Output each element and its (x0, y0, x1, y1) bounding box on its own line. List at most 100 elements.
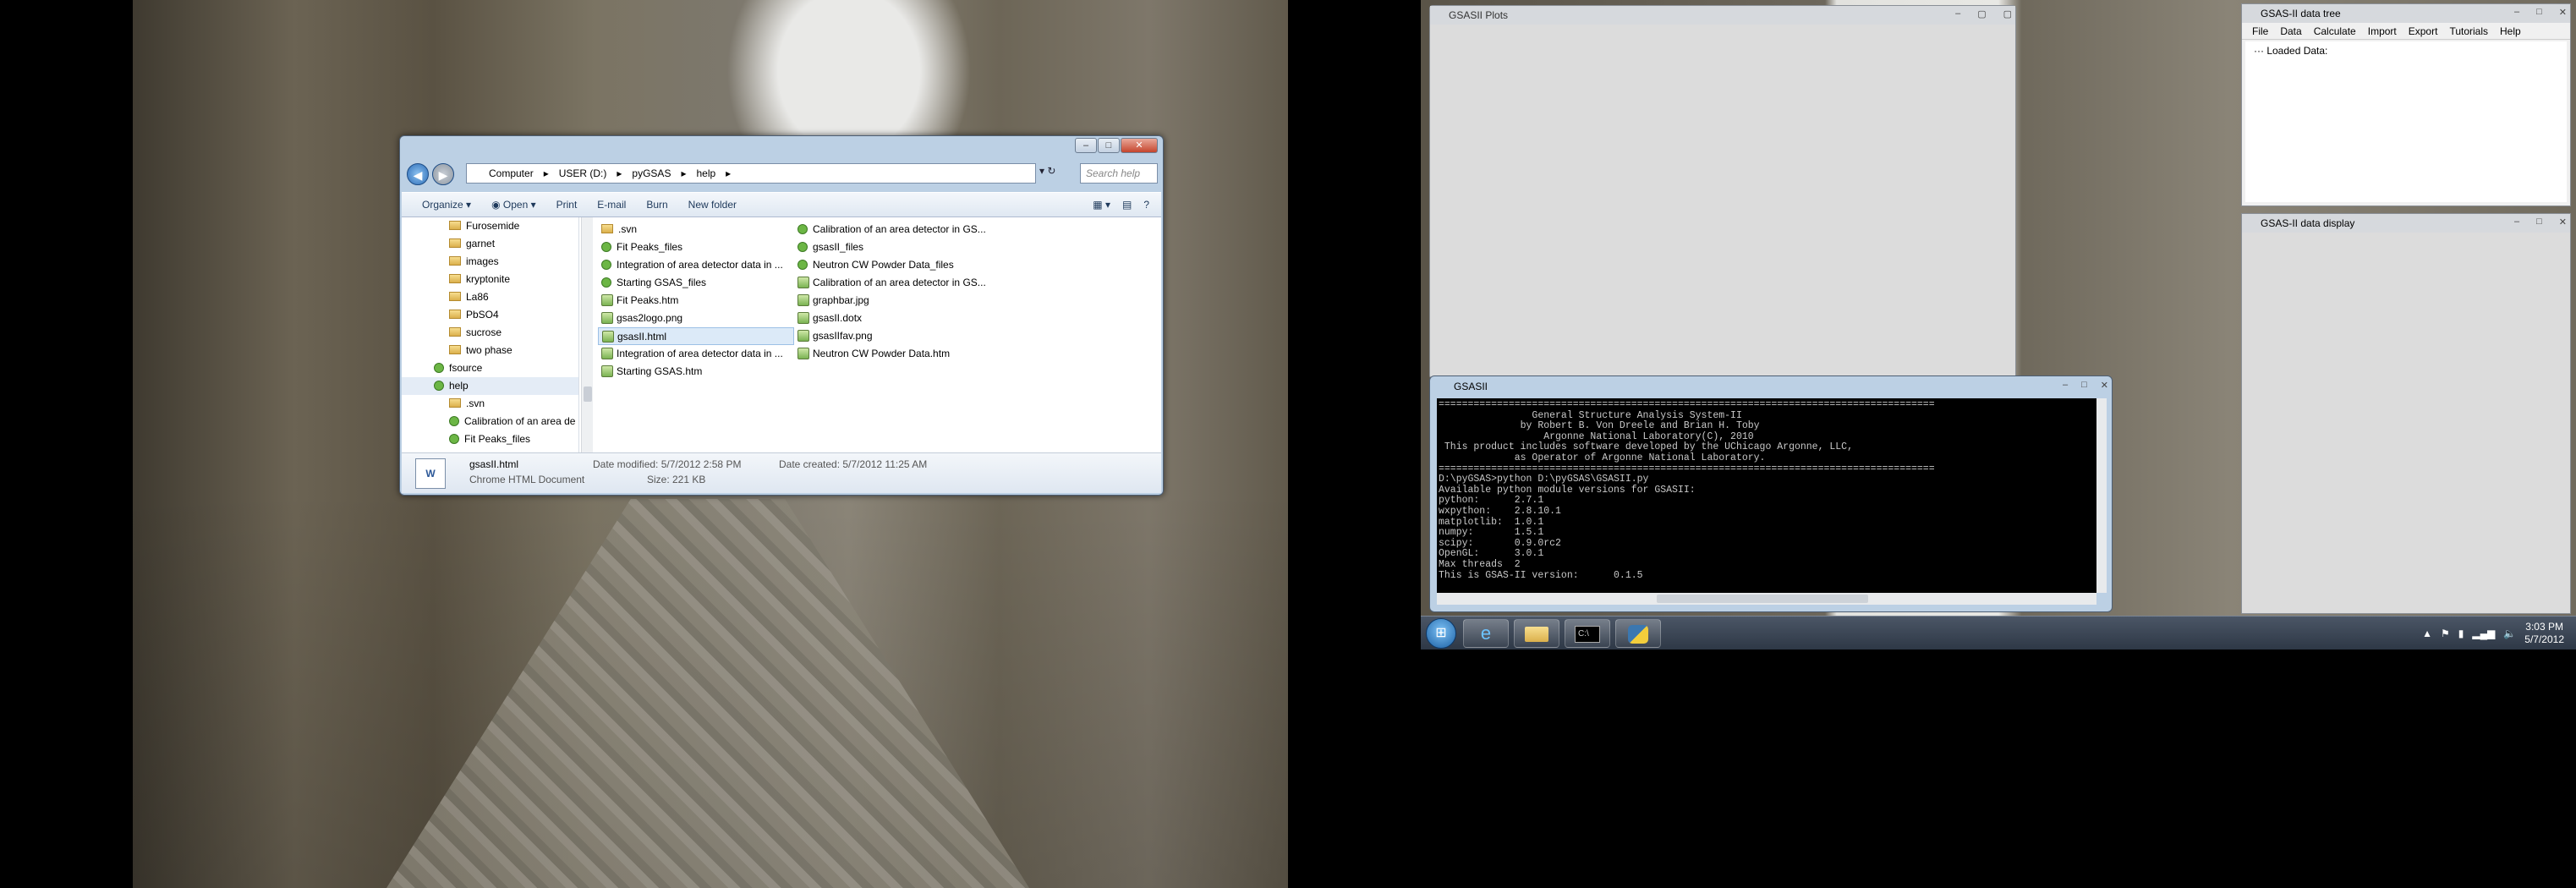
file-item[interactable]: Neutron CW Powder Data_files (794, 256, 990, 274)
file-item[interactable]: Calibration of an area detector in GS... (794, 221, 990, 238)
file-item[interactable]: Starting GSAS_files (598, 274, 794, 292)
tree-item[interactable]: PbSO4 (402, 306, 578, 324)
address-bar[interactable]: Computer ▸ USER (D:) ▸ pyGSAS ▸ help ▸ (466, 163, 1036, 184)
gsas-data-display-window[interactable]: GSAS-II data display – □ ✕ (2241, 213, 2571, 614)
file-item-selected[interactable]: gsasII.html (598, 327, 794, 345)
show-hidden-icons-icon[interactable]: ▲ (2422, 628, 2432, 639)
clock[interactable]: 3:03 PM 5/7/2012 (2524, 621, 2564, 646)
breadcrumb-drive[interactable]: USER (D:) (559, 164, 607, 183)
gsas-plots-window[interactable]: GSASII Plots – ▢ ▢ (1429, 5, 2016, 379)
back-arrow-icon[interactable]: ◀ (407, 163, 429, 185)
file-item[interactable]: Integration of area detector data in ... (598, 256, 794, 274)
tree-root-item[interactable]: ··· Loaded Data: (2254, 45, 2327, 57)
minimize-button[interactable]: – (2514, 217, 2519, 227)
open-button[interactable]: ◉ Open ▾ (483, 196, 545, 213)
close-button[interactable]: ✕ (2559, 7, 2567, 18)
ie-taskbar-button[interactable]: e (1463, 619, 1509, 648)
file-item[interactable]: Fit Peaks_files (598, 238, 794, 256)
network-icon[interactable]: ▂▄▆ (2472, 628, 2495, 639)
data-tree[interactable]: ··· Loaded Data: (2245, 41, 2567, 202)
organize-button[interactable]: Organize ▾ (414, 196, 480, 213)
start-button[interactable]: ⊞ (1426, 618, 1456, 649)
menu-export[interactable]: Export (2409, 23, 2438, 39)
tree-item[interactable]: sucrose (402, 324, 578, 342)
tree-item-selected[interactable]: help (402, 377, 578, 395)
window-controls: – □ ✕ (2514, 217, 2567, 227)
console-hscrollbar[interactable] (1437, 593, 2096, 605)
minimize-button[interactable]: – (1955, 8, 1960, 19)
details-filename: gsasII.html (469, 458, 519, 470)
maximize-button[interactable]: □ (1098, 138, 1120, 153)
breadcrumb-pygsas[interactable]: pyGSAS (632, 164, 671, 183)
gsas-data-tree-window[interactable]: GSAS-II data tree – □ ✕ File Data Calcul… (2241, 3, 2571, 206)
close-button[interactable]: ✕ (2101, 380, 2108, 391)
explorer-taskbar-button[interactable] (1514, 619, 1559, 648)
maximize-button[interactable]: □ (2081, 380, 2087, 391)
refresh-icon[interactable]: ▾ ↻ (1039, 165, 1073, 184)
console-line: OpenGL: 3.0.1 (1439, 548, 1544, 560)
explorer-content: Furosemide garnet images kryptonite La86… (402, 217, 1161, 452)
tree-item[interactable]: kryptonite (402, 271, 578, 288)
file-item[interactable]: .svn (598, 221, 794, 238)
change-view-icon[interactable]: ▦ ▾ (1093, 199, 1110, 211)
forward-arrow-icon[interactable]: ▶ (432, 163, 454, 185)
battery-icon[interactable]: ▮ (2458, 628, 2464, 639)
cmd-taskbar-button[interactable]: C:\ (1565, 619, 1610, 648)
file-item[interactable]: graphbar.jpg (794, 292, 990, 310)
file-item[interactable]: gsasIIfav.png (794, 327, 990, 345)
file-item[interactable]: gsasII.dotx (794, 310, 990, 327)
breadcrumb-computer[interactable]: Computer (489, 164, 534, 183)
email-button[interactable]: E-mail (589, 196, 634, 213)
tree-item[interactable]: garnet (402, 235, 578, 253)
file-item[interactable]: Integration of area detector data in ... (598, 345, 794, 363)
menu-calculate[interactable]: Calculate (2314, 23, 2356, 39)
explorer-window[interactable]: – □ ✕ ◀ ▶ Computer ▸ USER (D:) ▸ pyGSAS … (399, 135, 1164, 496)
file-item[interactable]: gsasII_files (794, 238, 990, 256)
breadcrumb-separator: ▸ (726, 167, 732, 179)
file-item[interactable]: Calibration of an area detector in GS... (794, 274, 990, 292)
tree-item[interactable]: Calibration of an area de (402, 413, 578, 430)
breadcrumb-help[interactable]: help (696, 164, 715, 183)
search-input[interactable]: Search help (1080, 163, 1158, 184)
burn-button[interactable]: Burn (638, 196, 676, 213)
navigation-tree[interactable]: Furosemide garnet images kryptonite La86… (402, 217, 579, 452)
python-taskbar-button[interactable] (1615, 619, 1661, 648)
gsas-console-window[interactable]: GSASII – □ ✕ ===========================… (1429, 375, 2113, 612)
tree-scrollbar[interactable] (581, 217, 593, 452)
restore-button[interactable]: ▢ (1977, 8, 1986, 19)
tree-item[interactable]: Fit Peaks_files (402, 430, 578, 448)
plots-title: GSASII Plots (1430, 6, 2015, 25)
volume-icon[interactable]: 🔈 (2503, 628, 2516, 639)
tree-item[interactable]: two phase (402, 342, 578, 359)
folder-icon (449, 345, 461, 354)
minimize-button[interactable]: – (1075, 138, 1097, 153)
close-button[interactable]: ▢ (2003, 8, 2012, 19)
menu-file[interactable]: File (2252, 23, 2268, 39)
tree-item[interactable]: images (402, 253, 578, 271)
print-button[interactable]: Print (548, 196, 586, 213)
new-folder-button[interactable]: New folder (680, 196, 745, 213)
minimize-button[interactable]: – (2063, 380, 2068, 391)
file-item[interactable]: Fit Peaks.htm (598, 292, 794, 310)
flag-icon[interactable]: ⚑ (2441, 628, 2450, 639)
console-vscrollbar[interactable] (2096, 398, 2107, 593)
maximize-button[interactable]: □ (2536, 7, 2542, 18)
minimize-button[interactable]: – (2514, 7, 2519, 18)
file-item[interactable]: Starting GSAS.htm (598, 363, 794, 381)
preview-pane-icon[interactable]: ▤ (1122, 199, 1132, 211)
menu-tutorials[interactable]: Tutorials (2449, 23, 2488, 39)
maximize-button[interactable]: □ (2536, 217, 2542, 227)
file-item[interactable]: gsas2logo.png (598, 310, 794, 327)
file-item[interactable]: Neutron CW Powder Data.htm (794, 345, 990, 363)
tree-item[interactable]: .svn (402, 395, 578, 413)
menu-help[interactable]: Help (2500, 23, 2521, 39)
menu-data[interactable]: Data (2280, 23, 2301, 39)
menu-import[interactable]: Import (2368, 23, 2397, 39)
tree-item[interactable]: fsource (402, 359, 578, 377)
close-button[interactable]: ✕ (1121, 138, 1158, 153)
console-output[interactable]: ========================================… (1437, 398, 2096, 593)
close-button[interactable]: ✕ (2559, 217, 2567, 227)
tree-item[interactable]: Furosemide (402, 217, 578, 235)
tree-item[interactable]: La86 (402, 288, 578, 306)
help-icon[interactable]: ? (1143, 199, 1149, 211)
